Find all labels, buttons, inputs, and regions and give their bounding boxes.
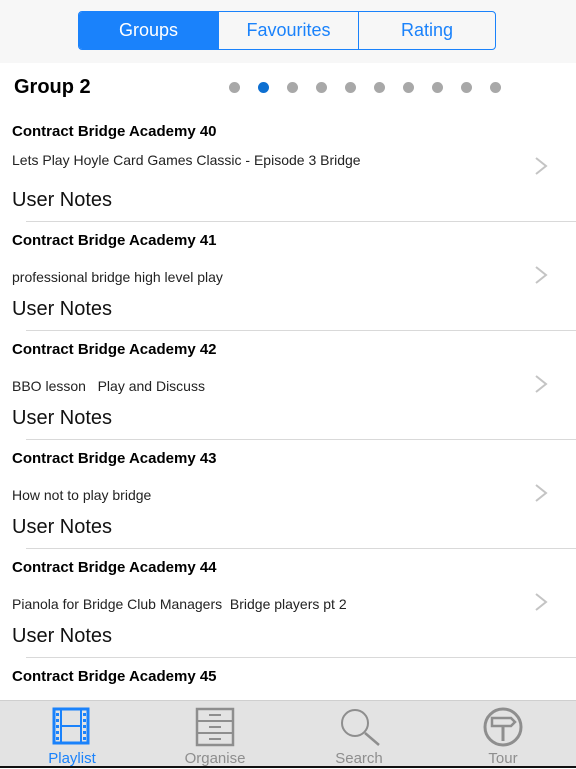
tab-tour[interactable]: Tour [453,701,553,769]
page-dot[interactable] [490,82,501,93]
page-dot[interactable] [287,82,298,93]
tab-organise[interactable]: Organise [165,701,265,769]
page-dot[interactable] [345,82,356,93]
item-notes: User Notes [12,298,113,320]
list-item[interactable]: Contract Bridge Academy 42 BBO lesson Pl… [0,330,576,440]
filing-cabinet-icon [195,707,235,747]
item-title: Contract Bridge Academy 41 [12,232,217,249]
item-notes: User Notes [12,407,113,429]
list-item[interactable]: Contract Bridge Academy 44 Pianola for B… [0,548,576,658]
item-notes: User Notes [12,516,113,538]
page-dot[interactable] [461,82,472,93]
signpost-icon [483,707,523,747]
page-indicator[interactable] [229,82,519,93]
tab-label: Tour [488,750,518,767]
list-item[interactable]: Contract Bridge Academy 43 How not to pl… [0,439,576,549]
item-subtitle: How not to play bridge [12,487,152,503]
tab-label: Organise [184,750,246,767]
film-strip-icon [52,707,90,745]
page-dot-active[interactable] [258,82,269,93]
item-title: Contract Bridge Academy 40 [12,123,217,140]
group-title: Group 2 [14,76,91,98]
item-title: Contract Bridge Academy 43 [12,450,217,467]
tab-bar: Playlist Organise Search Tour [0,700,576,768]
page-dot[interactable] [316,82,327,93]
item-subtitle: BBO lesson Play and Discuss [12,378,205,394]
tab-label: Playlist [48,750,96,767]
item-title: Contract Bridge Academy 44 [12,559,217,576]
segment-rating[interactable]: Rating [358,12,495,49]
item-title: Contract Bridge Academy 45 [12,668,217,685]
item-notes: User Notes [12,189,113,211]
list-item[interactable]: Contract Bridge Academy 41 professional … [0,221,576,331]
item-subtitle: Pianola for Bridge Club Managers Bridge … [12,596,347,612]
tab-playlist[interactable]: Playlist [22,701,122,769]
page-dot[interactable] [374,82,385,93]
segmented-control: Groups Favourites Rating [78,11,496,50]
segment-groups[interactable]: Groups [79,12,218,49]
tab-search[interactable]: Search [309,701,409,769]
magnifier-icon [341,709,380,746]
item-notes: User Notes [12,625,113,647]
item-subtitle: professional bridge high level play [12,269,223,285]
page-dot[interactable] [229,82,240,93]
tab-label: Search [335,750,383,767]
chevron-right-icon [535,157,548,175]
item-subtitle: Lets Play Hoyle Card Games Classic - Epi… [12,152,361,168]
list-item[interactable]: Contract Bridge Academy 40 Lets Play Hoy… [0,112,576,222]
chevron-right-icon [535,375,548,393]
page-dot[interactable] [403,82,414,93]
item-title: Contract Bridge Academy 42 [12,341,217,358]
chevron-right-icon [535,266,548,284]
page-dot[interactable] [432,82,443,93]
segment-favourites[interactable]: Favourites [218,12,358,49]
chevron-right-icon [535,484,548,502]
top-bar: Groups Favourites Rating [0,0,576,63]
chevron-right-icon [535,593,548,611]
playlist-list: Contract Bridge Academy 40 Lets Play Hoy… [0,112,576,766]
